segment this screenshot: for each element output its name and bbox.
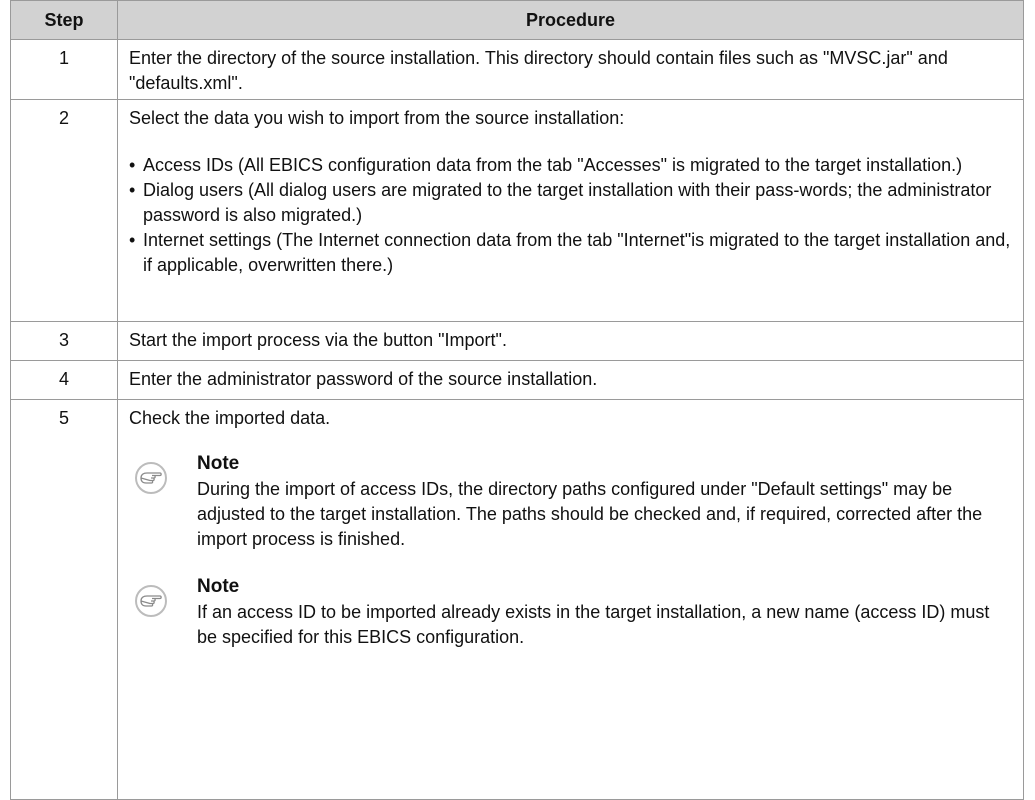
note-title: Note xyxy=(197,576,240,597)
list-item: Internet settings (The Internet connecti… xyxy=(129,228,1013,278)
procedure-text: Start the import process via the button … xyxy=(117,321,1024,361)
procedure-text: Check the imported data. xyxy=(129,408,331,428)
note-text: During the import of access IDs, the dir… xyxy=(197,479,983,549)
table-header-row: Step Procedure xyxy=(10,0,1024,40)
pointing-hand-icon xyxy=(135,462,167,494)
procedure-text: Enter the directory of the source instal… xyxy=(117,39,1024,100)
note-text: If an access ID to be imported already e… xyxy=(197,602,990,647)
step-number: 3 xyxy=(10,321,118,361)
procedure-cell: Select the data you wish to import from … xyxy=(117,99,1024,322)
procedure-cell: Check the imported data. Note During the… xyxy=(117,399,1024,800)
pointing-hand-icon xyxy=(135,585,167,617)
table-row: 3 Start the import process via the butto… xyxy=(10,321,1024,361)
step-column-header: Step xyxy=(10,0,118,40)
list-item: Access IDs (All EBICS configuration data… xyxy=(129,153,1013,178)
procedure-table: Step Procedure 1 Enter the directory of … xyxy=(10,0,1024,800)
step-number: 1 xyxy=(10,39,118,100)
procedure-text: Select the data you wish to import from … xyxy=(129,108,625,128)
procedure-column-header: Procedure xyxy=(117,0,1024,40)
step-number: 2 xyxy=(10,99,118,322)
table-row: 2 Select the data you wish to import fro… xyxy=(10,99,1024,322)
note-title: Note xyxy=(197,453,240,474)
note-block: Note During the import of access IDs, th… xyxy=(129,451,1013,552)
table-row: 4 Enter the administrator password of th… xyxy=(10,360,1024,400)
bullet-list: Access IDs (All EBICS configuration data… xyxy=(129,153,1013,278)
step-number: 4 xyxy=(10,360,118,400)
table-row: 1 Enter the directory of the source inst… xyxy=(10,39,1024,100)
step-number: 5 xyxy=(10,399,118,800)
list-item: Dialog users (All dialog users are migra… xyxy=(129,178,1013,228)
note-block: Note If an access ID to be imported alre… xyxy=(129,574,1013,650)
table-row: 5 Check the imported data. Note During t… xyxy=(10,399,1024,800)
procedure-text: Enter the administrator password of the … xyxy=(117,360,1024,400)
